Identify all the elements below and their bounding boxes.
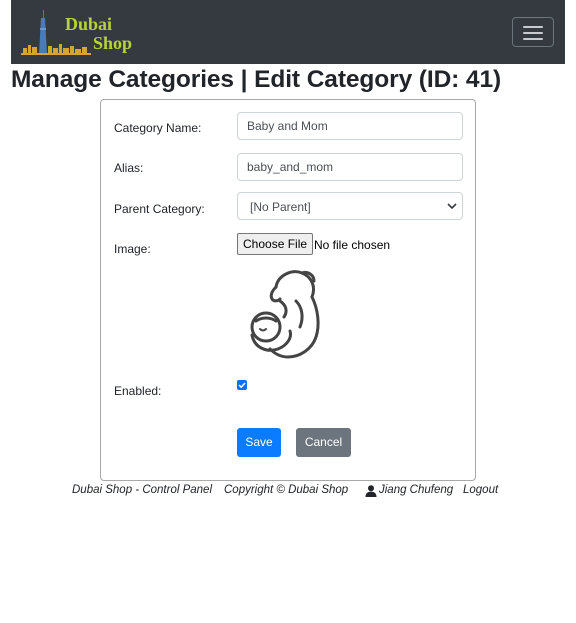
page-title: Manage Categories | Edit Category (ID: 4… <box>11 66 502 93</box>
enabled-checkbox[interactable] <box>237 380 247 390</box>
parent-category-value: [No Parent] <box>250 200 311 214</box>
brand-logo[interactable]: Dubai Shop <box>21 8 141 56</box>
cancel-button[interactable]: Cancel <box>296 428 351 457</box>
footer-panel-text: Dubai Shop - Control Panel <box>72 484 212 496</box>
choose-file-button[interactable]: Choose File <box>237 233 314 255</box>
alias-input[interactable] <box>237 153 463 181</box>
save-button[interactable]: Save <box>237 428 281 457</box>
brand-line2: Shop <box>93 33 133 53</box>
navbar: Dubai Shop <box>11 0 565 64</box>
parent-category-label: Parent Category: <box>114 202 205 216</box>
alias-label: Alias: <box>114 161 144 175</box>
category-name-input[interactable] <box>237 112 463 140</box>
user-icon <box>365 485 377 497</box>
check-icon <box>238 382 246 389</box>
footer-user-link[interactable]: Jiang Chufeng <box>379 484 453 496</box>
image-label: Image: <box>114 242 151 256</box>
file-status-text: No file chosen <box>314 238 391 252</box>
chevron-down-icon <box>447 203 457 210</box>
category-name-label: Category Name: <box>114 121 202 135</box>
hamburger-icon <box>523 26 543 28</box>
enabled-label: Enabled: <box>114 384 162 398</box>
mother-baby-image <box>250 270 320 359</box>
navbar-toggler-button[interactable] <box>512 17 554 47</box>
footer-logout-link[interactable]: Logout <box>463 484 498 496</box>
footer: Dubai Shop - Control Panel Copyright © D… <box>0 484 576 500</box>
brand-line1: Dubai <box>65 14 113 34</box>
parent-category-select[interactable]: [No Parent] <box>237 192 463 220</box>
edit-category-form: Category Name: Alias: Parent Category: [… <box>100 99 476 481</box>
footer-copyright: Copyright © Dubai Shop <box>224 484 349 496</box>
